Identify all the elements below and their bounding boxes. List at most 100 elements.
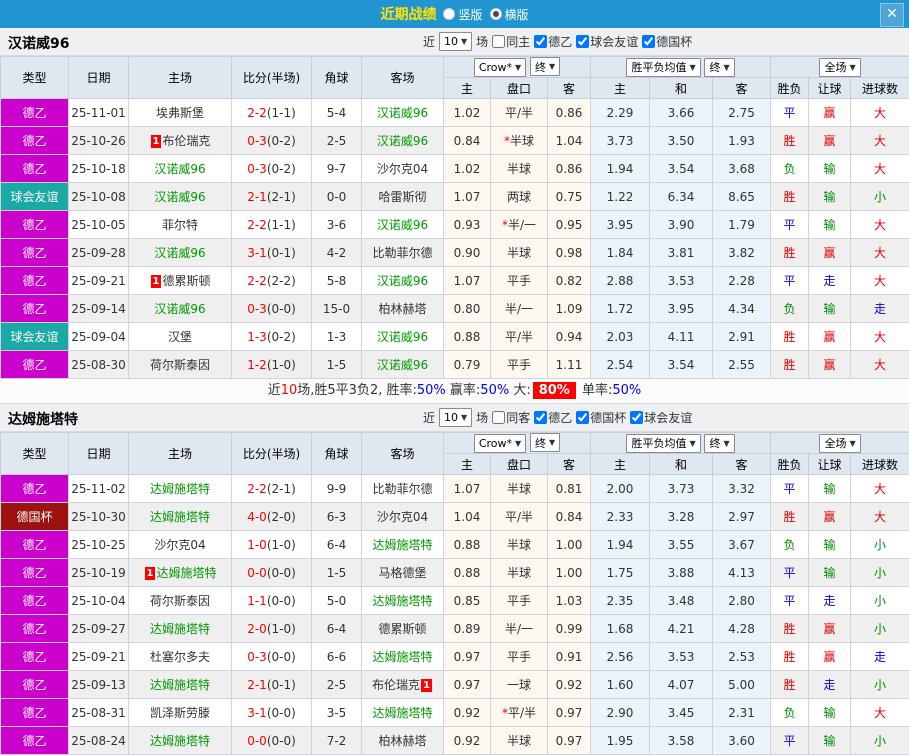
handicap-label: 半球 xyxy=(507,734,531,748)
home-odds-cell: 0.92 xyxy=(444,727,491,755)
avg-select[interactable]: 胜平负均值▼ xyxy=(626,58,700,77)
goals-result-cell: 大 xyxy=(851,211,909,239)
handicap-cell: 两球 xyxy=(491,183,548,211)
red-card-badge: 1 xyxy=(151,275,162,288)
scope-select[interactable]: 全场▼ xyxy=(819,434,860,453)
same-venue-checkbox[interactable]: 同客 xyxy=(492,409,530,426)
league-type-label: 德乙 xyxy=(22,482,46,496)
goals-result-cell-label: 大 xyxy=(874,358,886,372)
odds-stage-select[interactable]: 终▼ xyxy=(530,433,560,452)
scope-select[interactable]: 全场▼ xyxy=(819,58,860,77)
handicap-label: 平手 xyxy=(507,274,531,288)
result-cell: 胜 xyxy=(771,127,809,155)
chevron-down-icon: ▼ xyxy=(461,413,467,422)
checkbox-input[interactable] xyxy=(642,35,655,48)
full-time-score: 0-3 xyxy=(247,302,267,316)
goals-result-cell-label: 大 xyxy=(874,706,886,720)
checkbox-input[interactable] xyxy=(576,411,589,424)
goals-result-cell-label: 小 xyxy=(874,594,886,608)
avg-draw-cell: 3.81 xyxy=(650,239,713,267)
score-cell: 1-0(1-0) xyxy=(232,531,312,559)
sub-header-odds-away: 客 xyxy=(548,78,591,99)
chevron-down-icon: ▼ xyxy=(689,439,695,448)
away-team-cell: 沙尔克04 xyxy=(362,503,444,531)
checkbox-input[interactable] xyxy=(630,411,643,424)
match-count-select[interactable]: 10▼ xyxy=(439,32,472,51)
home-team-name: 沙尔克04 xyxy=(154,538,205,552)
home-team-cell: 汉诺威96 xyxy=(129,155,232,183)
league-type-cell: 球会友谊 xyxy=(1,323,69,351)
avg-stage-select[interactable]: 终▼ xyxy=(704,58,734,77)
league-checkbox-de2[interactable]: 德乙 xyxy=(534,33,572,50)
checkbox-input[interactable] xyxy=(576,35,589,48)
sub-header-avg-home: 主 xyxy=(591,78,650,99)
match-row: 德乙25-10-191达姆施塔特0-0(0-0)1-5马格德堡0.88半球1.0… xyxy=(1,559,909,587)
league-checkbox-de2[interactable]: 德乙 xyxy=(534,409,572,426)
page-title: 近期战绩 xyxy=(380,4,436,24)
corner-cell: 5-8 xyxy=(312,267,362,295)
checkbox-input[interactable] xyxy=(534,411,547,424)
avg-stage-select[interactable]: 终▼ xyxy=(704,434,734,453)
goals-result-cell: 大 xyxy=(851,699,909,727)
date-cell: 25-09-27 xyxy=(69,615,129,643)
league-type-cell: 德乙 xyxy=(1,351,69,379)
home-team-cell: 汉诺威96 xyxy=(129,295,232,323)
corner-cell: 2-5 xyxy=(312,671,362,699)
goals-result-cell-label: 走 xyxy=(874,302,886,316)
handicap-cell: 半球 xyxy=(491,531,548,559)
horizontal-layout-radio[interactable]: 横版 xyxy=(490,6,529,23)
checkbox-input[interactable] xyxy=(534,35,547,48)
handicap-result-cell: 输 xyxy=(809,531,851,559)
handicap-result-cell-label: 走 xyxy=(824,594,836,608)
avg-away-cell: 4.13 xyxy=(713,559,771,587)
league-type-label: 德乙 xyxy=(22,134,46,148)
handicap-label: 半球 xyxy=(510,134,534,148)
league-checkbox-cup[interactable]: 德国杯 xyxy=(642,33,692,50)
summary-text: 近 xyxy=(268,383,281,398)
checkbox-input[interactable] xyxy=(492,411,505,424)
match-row: 德乙25-09-13达姆施塔特2-1(0-1)2-5布伦瑞克10.97一球0.9… xyxy=(1,671,909,699)
full-time-score: 2-0 xyxy=(247,622,267,636)
handicap-result-cell-label: 输 xyxy=(824,190,836,204)
handicap-cell: 半球 xyxy=(491,475,548,503)
avg-draw-cell: 4.07 xyxy=(650,671,713,699)
league-checkbox-cup[interactable]: 德国杯 xyxy=(576,409,626,426)
league-type-cell: 德乙 xyxy=(1,559,69,587)
league-checkbox-friendly[interactable]: 球会友谊 xyxy=(576,33,638,50)
odds-company-select[interactable]: Crow*▼ xyxy=(474,434,526,453)
odds-stage-select[interactable]: 终▼ xyxy=(530,57,560,76)
away-team-cell: 马格德堡 xyxy=(362,559,444,587)
result-cell: 负 xyxy=(771,155,809,183)
goals-result-cell-label: 小 xyxy=(874,734,886,748)
home-team-name: 荷尔斯泰因 xyxy=(150,358,210,372)
odds-company-select[interactable]: Crow*▼ xyxy=(474,58,526,77)
avg-draw-cell: 4.11 xyxy=(650,323,713,351)
vertical-layout-radio[interactable]: 竖版 xyxy=(443,6,482,23)
full-time-score: 1-2 xyxy=(247,358,267,372)
date-cell: 25-08-24 xyxy=(69,727,129,755)
close-button[interactable]: ✕ xyxy=(880,3,904,27)
league-type-label: 德国杯 xyxy=(16,510,52,524)
away-odds-cell: 1.00 xyxy=(548,531,591,559)
away-odds-cell: 0.98 xyxy=(548,239,591,267)
league-checkbox-friendly[interactable]: 球会友谊 xyxy=(630,409,692,426)
checkbox-input[interactable] xyxy=(492,35,505,48)
avg-home-cell: 1.94 xyxy=(591,155,650,183)
date-cell: 25-09-14 xyxy=(69,295,129,323)
full-time-score: 2-2 xyxy=(247,482,267,496)
away-odds-cell: 0.95 xyxy=(548,211,591,239)
away-team-name: 达姆施塔特 xyxy=(372,594,432,608)
avg-away-cell: 2.75 xyxy=(713,99,771,127)
league-type-cell: 德乙 xyxy=(1,267,69,295)
summary-text: 赢率: xyxy=(446,383,481,398)
same-venue-checkbox[interactable]: 同主 xyxy=(492,33,530,50)
avg-select[interactable]: 胜平负均值▼ xyxy=(626,434,700,453)
result-cell-label: 平 xyxy=(784,734,796,748)
result-cell: 胜 xyxy=(771,643,809,671)
handicap-result-cell-label: 输 xyxy=(824,218,836,232)
match-count-select[interactable]: 10▼ xyxy=(439,408,472,427)
result-cell: 平 xyxy=(771,211,809,239)
chevron-down-icon: ▼ xyxy=(849,439,855,448)
chevron-down-icon: ▼ xyxy=(515,439,521,448)
score-cell: 1-3(0-2) xyxy=(232,323,312,351)
